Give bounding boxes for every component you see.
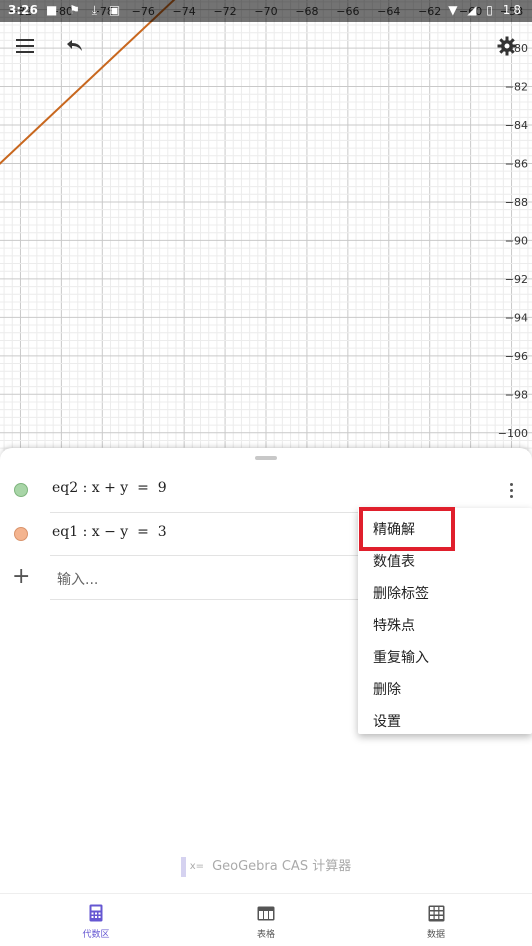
graph-canvas[interactable]: −82−80−78−76−74−72−70−68−66−64−62−60−58−…	[0, 0, 532, 452]
table-icon	[257, 906, 275, 921]
menu-item-settings[interactable]: 设置	[373, 711, 401, 731]
settings-button[interactable]	[490, 29, 524, 63]
calculator-icon	[89, 904, 103, 922]
y-tick-label: −88	[505, 196, 528, 209]
y-tick-label: −82	[505, 81, 528, 94]
menu-item-duplicate-input[interactable]: 重复输入	[373, 647, 429, 667]
tab-label-algebra: 代数区	[82, 930, 110, 940]
y-tick-label: −98	[505, 388, 528, 401]
hamburger-icon	[16, 39, 34, 53]
menu-item-remove-label[interactable]: 删除标签	[373, 583, 429, 603]
undo-icon	[67, 40, 82, 51]
plus-icon[interactable]: +	[12, 564, 30, 589]
algebra-row-eq2[interactable]: eq2 : x + y = 9	[0, 468, 532, 512]
tab-data[interactable]: 数据	[376, 894, 496, 946]
menu-button[interactable]	[8, 29, 42, 63]
system-status-icons: ▼ ◢ ▯ 18	[448, 3, 524, 17]
brand-name: GeoGebra CAS 计算器	[212, 859, 352, 874]
y-tick-label: −90	[505, 234, 528, 247]
kebab-dot	[509, 488, 513, 492]
y-tick-label: −84	[505, 119, 528, 132]
graphics-view[interactable]: −82−80−78−76−74−72−70−68−66−64−62−60−58−…	[0, 0, 532, 452]
tab-table[interactable]: 表格	[206, 894, 326, 946]
more-options-button[interactable]	[503, 478, 519, 502]
highlight-box	[359, 507, 455, 551]
status-time: 3:26	[8, 3, 38, 17]
kebab-dot	[509, 494, 513, 498]
tab-label-data: 数据	[426, 930, 445, 940]
notification-icons: ■ ⚑ ⤓ ▣	[46, 3, 125, 17]
equation-eq1[interactable]: eq1 : x − y = 3	[52, 524, 167, 540]
y-tick-label: −96	[505, 350, 528, 363]
tab-label-table: 表格	[256, 930, 275, 940]
undo-button[interactable]	[57, 29, 91, 63]
kebab-dot	[509, 482, 513, 486]
menu-item-delete[interactable]: 删除	[373, 679, 401, 699]
visibility-toggle-eq1[interactable]	[14, 527, 28, 541]
app-brand: x= GeoGebra CAS 计算器	[0, 855, 532, 877]
drag-handle[interactable]	[255, 456, 277, 460]
bottom-nav: 代数区 表格 数据	[0, 893, 532, 946]
y-tick-label: −92	[505, 273, 528, 286]
y-tick-label: −86	[505, 157, 528, 170]
input-field[interactable]: 输入...	[57, 569, 98, 589]
gear-icon	[497, 36, 517, 56]
brand-x-label: x=	[189, 861, 205, 872]
menu-item-special-points[interactable]: 特殊点	[373, 615, 415, 635]
tab-algebra[interactable]: 代数区	[36, 894, 156, 946]
menu-item-table-of-values[interactable]: 数值表	[373, 551, 415, 571]
visibility-toggle-eq2[interactable]	[14, 483, 28, 497]
geogebra-logo-icon	[180, 856, 186, 877]
y-tick-label: −100	[498, 427, 528, 440]
status-bar: 3:26 ■ ⚑ ⤓ ▣ ▼ ◢ ▯ 18	[0, 0, 532, 22]
spreadsheet-icon	[428, 905, 445, 922]
y-tick-label: −94	[505, 311, 528, 324]
equation-eq2[interactable]: eq2 : x + y = 9	[52, 480, 167, 496]
